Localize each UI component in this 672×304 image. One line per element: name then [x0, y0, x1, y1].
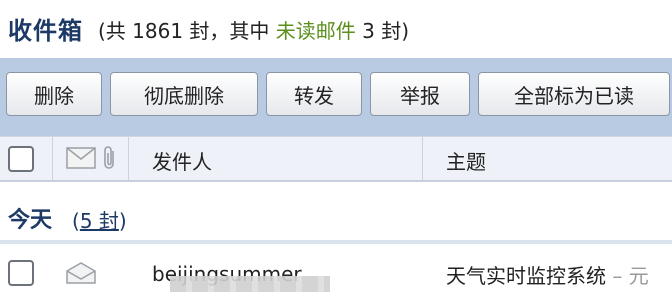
group-count: (5 封) — [72, 205, 127, 234]
attachment-icon[interactable] — [102, 145, 118, 175]
read-envelope-icon — [66, 262, 96, 288]
summary-prefix: (共 1861 封，其中 — [98, 19, 276, 43]
mail-summary: (共 1861 封，其中 未读邮件 3 封) — [98, 15, 409, 44]
summary-suffix: 3 封) — [355, 19, 410, 43]
column-divider — [422, 137, 423, 181]
column-header-from[interactable]: 发件人 — [152, 146, 212, 175]
group-count-link[interactable]: 5 封 — [80, 209, 119, 233]
report-button[interactable]: 举报 — [370, 72, 470, 116]
toolbar: 删除 彻底删除 转发 举报 全部标为已读 — [0, 58, 672, 136]
forward-button[interactable]: 转发 — [266, 72, 362, 116]
subject-text: 天气实时监控系统 — [446, 264, 606, 288]
column-divider — [52, 137, 53, 181]
row-checkbox[interactable] — [8, 260, 34, 286]
permanent-delete-button[interactable]: 彻底删除 — [110, 72, 258, 116]
group-count-suffix: ) — [118, 209, 127, 233]
redacted-overlay — [170, 276, 330, 292]
select-all-checkbox[interactable] — [8, 146, 34, 172]
envelope-icon[interactable] — [66, 147, 96, 173]
column-divider — [128, 137, 129, 181]
column-header-subject[interactable]: 主题 — [446, 146, 486, 175]
list-header: 发件人 主题 — [0, 136, 672, 182]
mailbox-header: 收件箱 (共 1861 封，其中 未读邮件 3 封) — [0, 0, 672, 58]
subject-trail: – 元 — [606, 264, 649, 288]
mail-row[interactable]: beijingsummer 天气实时监控系统 – 元 — [0, 248, 672, 304]
page-title: 收件箱 — [8, 17, 83, 45]
unread-mail-link[interactable]: 未读邮件 — [276, 19, 356, 43]
date-group-header: 今天 (5 封) — [0, 182, 672, 244]
group-title: 今天 — [8, 208, 53, 233]
mark-all-read-button[interactable]: 全部标为已读 — [478, 72, 670, 116]
mail-subject: 天气实时监控系统 – 元 — [446, 260, 649, 289]
group-count-prefix: ( — [72, 209, 80, 233]
delete-button[interactable]: 删除 — [6, 72, 102, 116]
